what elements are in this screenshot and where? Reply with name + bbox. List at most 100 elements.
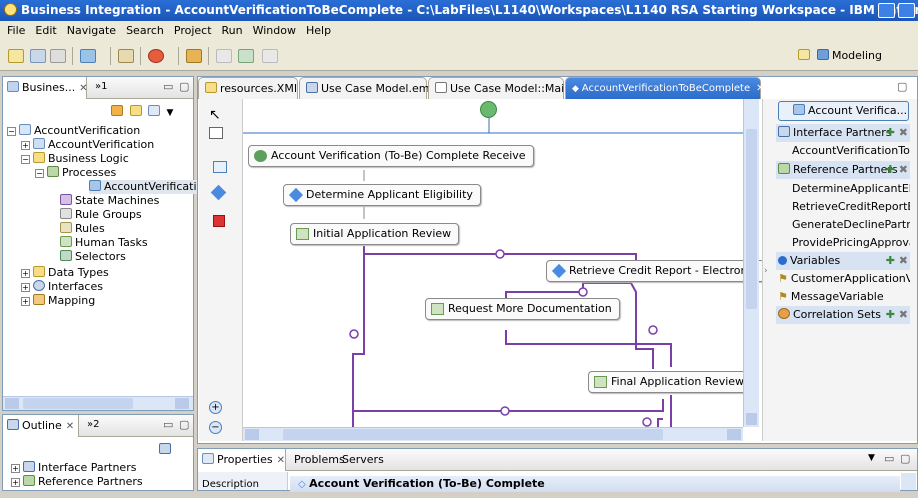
perspective-switcher[interactable]: Modeling — [798, 48, 882, 64]
more-views-label[interactable]: »2 — [87, 419, 99, 430]
maximize-editor-icon[interactable]: ▢ — [897, 80, 907, 93]
process-header[interactable]: Account Verifica... — [778, 101, 909, 121]
menu-window[interactable]: Window — [253, 24, 296, 37]
right-item[interactable]: ⚑ MessageVariable — [776, 288, 910, 306]
open-perspective-icon[interactable] — [798, 49, 811, 60]
maximize-view-icon[interactable]: ▢ — [900, 452, 910, 465]
menu-help[interactable]: Help — [306, 24, 331, 37]
collapse-icon[interactable]: − — [21, 155, 30, 164]
collapse-icon[interactable]: − — [7, 127, 16, 136]
expand-icon[interactable]: + — [11, 464, 20, 473]
business-integration-tab[interactable]: Busines... ✕ — [3, 77, 88, 99]
perspective-label[interactable]: Modeling — [832, 49, 882, 62]
expand-icon[interactable]: + — [21, 283, 30, 292]
editor-tab-resources[interactable]: resources.XMI — [198, 77, 298, 99]
zoom-in-icon[interactable]: + — [209, 401, 222, 414]
pencil-icon[interactable] — [186, 49, 202, 63]
select-tool-icon[interactable]: ↖ — [209, 107, 221, 123]
outline-item-interface-partners[interactable]: + Interface Partners — [11, 461, 136, 475]
menu-search[interactable]: Search — [126, 24, 164, 37]
right-item[interactable]: ⚑CustomerApplicationVari... — [776, 270, 910, 288]
expand-icon[interactable]: + — [21, 297, 30, 306]
tree-item-business-logic[interactable]: − Business Logic — [21, 152, 129, 166]
tree-item-account-verification-child[interactable]: + AccountVerification — [21, 138, 154, 152]
fault-tool-icon[interactable] — [213, 215, 225, 227]
add-icon[interactable]: ✚ ✖ — [886, 161, 908, 179]
problems-tab[interactable]: Problems — [294, 453, 345, 466]
properties-tab[interactable]: Properties ✕ — [198, 449, 286, 471]
right-item[interactable]: AccountVerificationToBe... — [776, 142, 910, 160]
filter-icon[interactable] — [111, 105, 123, 116]
node-determine-eligibility[interactable]: Determine Applicant Eligibility — [283, 184, 481, 206]
close-icon[interactable]: ✕ — [277, 455, 285, 466]
editor-tab-use-case-main[interactable]: Use Case Model::Main — [428, 77, 571, 99]
tree-item-mapping[interactable]: + Mapping — [21, 294, 95, 308]
close-icon[interactable]: ✕ — [79, 83, 87, 94]
add-icon[interactable]: ✚ ✖ — [886, 306, 908, 324]
scroll-thumb[interactable] — [283, 429, 663, 440]
back-arrow-icon[interactable] — [216, 49, 232, 63]
minimize-view-icon[interactable]: ▭ — [884, 452, 894, 465]
activity-tool-icon[interactable] — [213, 161, 227, 173]
tree-item-selectors[interactable]: Selectors — [60, 250, 126, 264]
outline-tab[interactable]: Outline ✕ — [3, 415, 79, 437]
maximize-view-icon[interactable]: ▢ — [179, 80, 189, 93]
save-icon[interactable] — [30, 49, 46, 63]
add-icon[interactable]: ✚ ✖ — [886, 252, 908, 270]
expand-icon[interactable]: + — [21, 141, 30, 150]
tree-item-rule-groups[interactable]: Rule Groups — [60, 208, 142, 222]
scroll-left-icon[interactable] — [5, 398, 19, 409]
node-receive[interactable]: Account Verification (To-Be) Complete Re… — [248, 145, 534, 167]
view-menu-icon[interactable]: ▼ — [868, 453, 875, 463]
maximize-icon[interactable] — [898, 3, 915, 18]
scroll-left-icon[interactable] — [245, 429, 259, 440]
tree-item-rules[interactable]: Rules — [60, 222, 105, 236]
tree-item-interfaces[interactable]: + Interfaces — [21, 280, 103, 294]
start-node[interactable] — [480, 101, 497, 118]
open-type-icon[interactable] — [80, 49, 96, 63]
minimize-view-icon[interactable]: ▭ — [163, 418, 173, 431]
delete-icon[interactable]: ✖ — [899, 254, 908, 267]
right-item[interactable]: RetrieveCreditReportEl... — [776, 198, 910, 216]
menu-file[interactable]: File — [7, 24, 25, 37]
tree-item-human-tasks[interactable]: Human Tasks — [60, 236, 148, 250]
delete-icon[interactable]: ✖ — [899, 308, 908, 321]
menu-navigate[interactable]: Navigate — [67, 24, 116, 37]
outline-item-reference-partners[interactable]: + Reference Partners — [11, 475, 143, 489]
view-menu-icon[interactable]: ▼ — [167, 108, 174, 118]
folder-icon[interactable] — [129, 105, 142, 116]
forward-arrow-icon[interactable] — [262, 49, 278, 63]
tray-expand-icon[interactable]: › — [764, 266, 768, 276]
expand-icon[interactable]: + — [21, 269, 30, 278]
tree-item-data-types[interactable]: + Data Types — [21, 266, 109, 280]
print-icon[interactable] — [50, 49, 66, 63]
back-arrow-icon-2[interactable] — [238, 49, 254, 63]
menu-edit[interactable]: Edit — [35, 24, 56, 37]
properties-side-tab[interactable]: Description — [198, 472, 288, 490]
node-initial-review[interactable]: Initial Application Review — [290, 223, 460, 245]
canvas-horizontal-scrollbar[interactable] — [243, 427, 743, 441]
node-request-documentation[interactable]: Request More Documentation — [425, 298, 620, 320]
menu-project[interactable]: Project — [174, 24, 212, 37]
right-item[interactable]: DetermineApplicantEligi... — [776, 180, 910, 198]
canvas-vertical-scrollbar[interactable] — [743, 99, 759, 427]
maximize-view-icon[interactable]: ▢ — [179, 418, 189, 431]
close-icon[interactable]: ✕ — [66, 421, 74, 432]
menu-run[interactable]: Run — [222, 24, 243, 37]
node-final-review[interactable]: Final Application Review — [588, 371, 753, 393]
collapse-all-icon[interactable] — [148, 105, 160, 116]
decision-tool-icon[interactable] — [210, 184, 227, 201]
minimize-view-icon[interactable]: ▭ — [163, 80, 173, 93]
editor-tab-use-case-model[interactable]: Use Case Model.emx — [299, 77, 436, 99]
minimize-icon[interactable] — [878, 3, 895, 18]
tree-item-account-verification-process[interactable]: AccountVerification — [89, 180, 213, 194]
section-reference-partners[interactable]: Reference Partners ✚ ✖ — [776, 161, 910, 179]
close-icon[interactable]: ✕ — [756, 83, 764, 94]
horizontal-scrollbar[interactable] — [3, 396, 193, 410]
scroll-thumb[interactable] — [746, 129, 757, 309]
process-canvas[interactable]: Account Verification (To-Be) Complete Re… — [243, 99, 765, 441]
scroll-right-icon[interactable] — [175, 398, 189, 409]
run-icon[interactable] — [148, 49, 164, 63]
editor-tab-account-verification[interactable]: ◆ AccountVerificationToBeComplete ✕ — [565, 77, 764, 99]
collapse-icon[interactable]: − — [35, 169, 44, 178]
